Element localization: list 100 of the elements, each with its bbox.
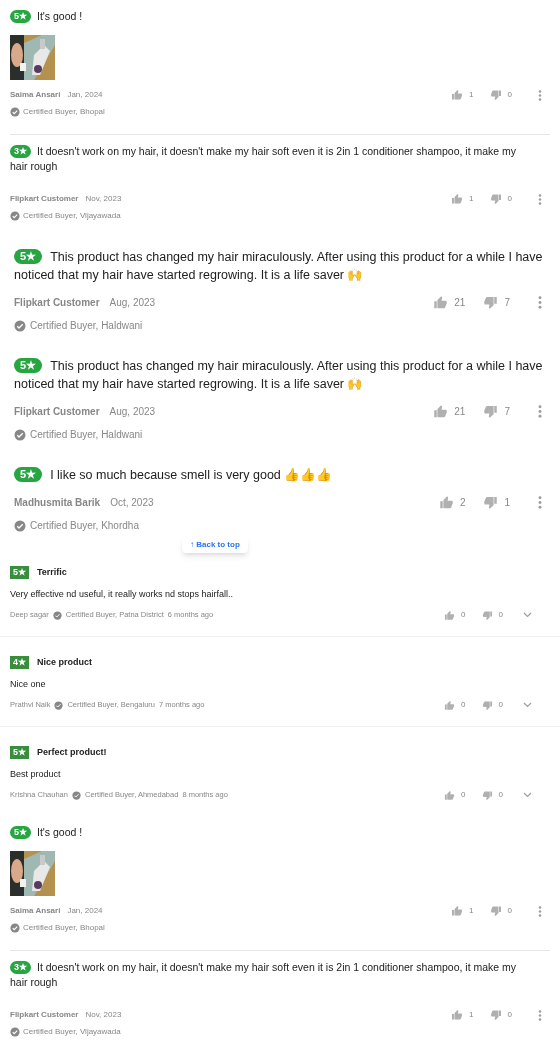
like-count: 21 — [454, 405, 466, 419]
more-options-icon[interactable] — [538, 89, 542, 101]
thumbs-up-icon[interactable] — [444, 699, 456, 711]
dislike-count: 0 — [507, 193, 512, 205]
review-date: Nov, 2023 — [85, 1009, 122, 1021]
check-circle-icon — [10, 211, 20, 221]
dislike-count: 0 — [498, 699, 503, 711]
dislike-count: 0 — [507, 905, 512, 917]
review-title: Perfect product! — [37, 746, 107, 759]
reviewer-name: Flipkart Customer — [10, 193, 79, 205]
certified-buyer-location: Certified Buyer, Haldwani — [30, 319, 143, 333]
rating-badge: 3★ — [10, 961, 31, 974]
review-date: Aug, 2023 — [109, 405, 156, 419]
reviewer-name: Saima Ansari — [10, 89, 61, 101]
thumbs-up-icon[interactable] — [451, 193, 464, 205]
certified-buyer-location: Certified Buyer, Vijayawada — [23, 1026, 121, 1038]
thumbs-down-icon[interactable] — [481, 699, 493, 711]
review-title: Terrific — [37, 566, 67, 579]
back-to-top-button[interactable]: ↑ Back to top — [182, 537, 248, 553]
dislike-count: 0 — [498, 609, 503, 621]
dislike-count: 1 — [504, 496, 510, 510]
dislike-count: 7 — [504, 405, 510, 419]
dislike-count: 0 — [498, 789, 503, 801]
rating-badge: 3★ — [10, 145, 31, 158]
rating-badge: 5★ — [14, 249, 43, 264]
thumbs-down-icon[interactable] — [483, 295, 499, 310]
certified-buyer-location: Certified Buyer, Khordha — [30, 519, 139, 533]
more-options-icon[interactable] — [538, 496, 542, 509]
dislike-count: 7 — [504, 296, 510, 310]
thumbs-down-icon[interactable] — [489, 89, 502, 101]
thumbs-down-icon[interactable] — [481, 609, 493, 621]
more-options-icon[interactable] — [538, 905, 542, 917]
thumbs-up-icon[interactable] — [438, 495, 454, 510]
check-circle-icon — [14, 428, 26, 441]
reviewer-name: Flipkart Customer — [10, 1009, 79, 1021]
thumbs-down-icon[interactable] — [483, 495, 499, 510]
review-date: Jan, 2024 — [67, 89, 103, 101]
check-circle-icon — [14, 519, 26, 532]
rating-badge: 4★ — [10, 656, 29, 670]
review-title: 5★ I like so much because smell is very good 👍👍👍 — [14, 466, 546, 484]
review-title: Nice product — [37, 656, 93, 669]
review-date: Jan, 2024 — [67, 905, 103, 917]
check-circle-icon — [52, 610, 62, 620]
review-title: 5★ It's good ! — [10, 9, 550, 24]
thumbs-down-icon[interactable] — [481, 789, 493, 801]
like-count: 0 — [461, 699, 466, 711]
rating-badge: 5★ — [10, 10, 31, 23]
review-date: Nov, 2023 — [85, 193, 122, 205]
thumbs-down-icon[interactable] — [483, 404, 499, 419]
check-circle-icon — [71, 790, 81, 800]
thumbs-up-icon[interactable] — [451, 89, 464, 101]
check-circle-icon — [14, 319, 26, 332]
chevron-down-icon[interactable] — [523, 612, 532, 618]
review-date: Aug, 2023 — [109, 296, 156, 310]
like-count: 0 — [461, 609, 466, 621]
thumbs-down-icon[interactable] — [489, 1009, 502, 1021]
like-count: 1 — [469, 1009, 474, 1021]
review-title: 3★ It doesn't work on my hair, it doesn't make my hair soft even it is 2in 1 conditioner shampoo, it make my hair rough — [10, 960, 518, 990]
review-title: 5★ This product has changed my hair miraculously. After using this product for a while I have noticed that my hair have started regrowing. It is a life saver 🙌 — [14, 357, 544, 393]
thumbs-up-icon[interactable] — [451, 1009, 464, 1021]
chevron-down-icon[interactable] — [523, 792, 532, 798]
review-title: 5★ It's good ! — [10, 825, 550, 840]
thumbs-down-icon[interactable] — [489, 905, 502, 917]
more-options-icon[interactable] — [538, 1009, 542, 1021]
certified-buyer-location: Certified Buyer, Bhopal — [23, 922, 105, 934]
rating-badge: 5★ — [14, 467, 43, 482]
like-count: 1 — [469, 89, 474, 101]
rating-badge: 5★ — [10, 566, 29, 580]
dislike-count: 0 — [507, 1009, 512, 1021]
reviewer-name: Saima Ansari — [10, 905, 61, 917]
check-circle-icon — [10, 1027, 20, 1037]
review-date: Oct, 2023 — [110, 496, 154, 510]
thumbs-up-icon[interactable] — [433, 404, 449, 419]
more-options-icon[interactable] — [538, 193, 542, 205]
like-count: 1 — [469, 905, 474, 917]
more-options-icon[interactable] — [538, 296, 542, 309]
more-options-icon[interactable] — [538, 405, 542, 418]
certified-buyer-location: Certified Buyer, Haldwani — [30, 428, 143, 442]
rating-badge: 5★ — [10, 746, 29, 760]
rating-badge: 5★ — [10, 826, 31, 839]
review-title: 3★ It doesn't work on my hair, it doesn't make my hair soft even it is 2in 1 conditioner shampoo, it make my hair rough — [10, 144, 518, 174]
dislike-count: 0 — [507, 89, 512, 101]
check-circle-icon — [54, 700, 64, 710]
review-text: Nice one — [10, 677, 47, 691]
like-count: 0 — [461, 789, 466, 801]
certified-buyer-location: Certified Buyer, Bhopal — [23, 106, 105, 118]
thumbs-up-icon[interactable] — [451, 905, 464, 917]
check-circle-icon — [10, 923, 20, 933]
thumbs-up-icon[interactable] — [444, 609, 456, 621]
reviewer-name: Madhusmita Barik — [14, 496, 101, 510]
chevron-down-icon[interactable] — [523, 702, 532, 708]
thumbs-up-icon[interactable] — [433, 295, 449, 310]
thumbs-down-icon[interactable] — [489, 193, 502, 205]
like-count: 21 — [454, 296, 466, 310]
thumbs-up-icon[interactable] — [444, 789, 456, 801]
review-text: Very effective nd useful, it really works nd stops hairfall.. — [10, 587, 234, 601]
rating-badge: 5★ — [14, 358, 43, 373]
review-text: Best product — [10, 767, 62, 781]
reviewer-name: Flipkart Customer — [14, 405, 100, 419]
reviewer-name: Flipkart Customer — [14, 296, 100, 310]
